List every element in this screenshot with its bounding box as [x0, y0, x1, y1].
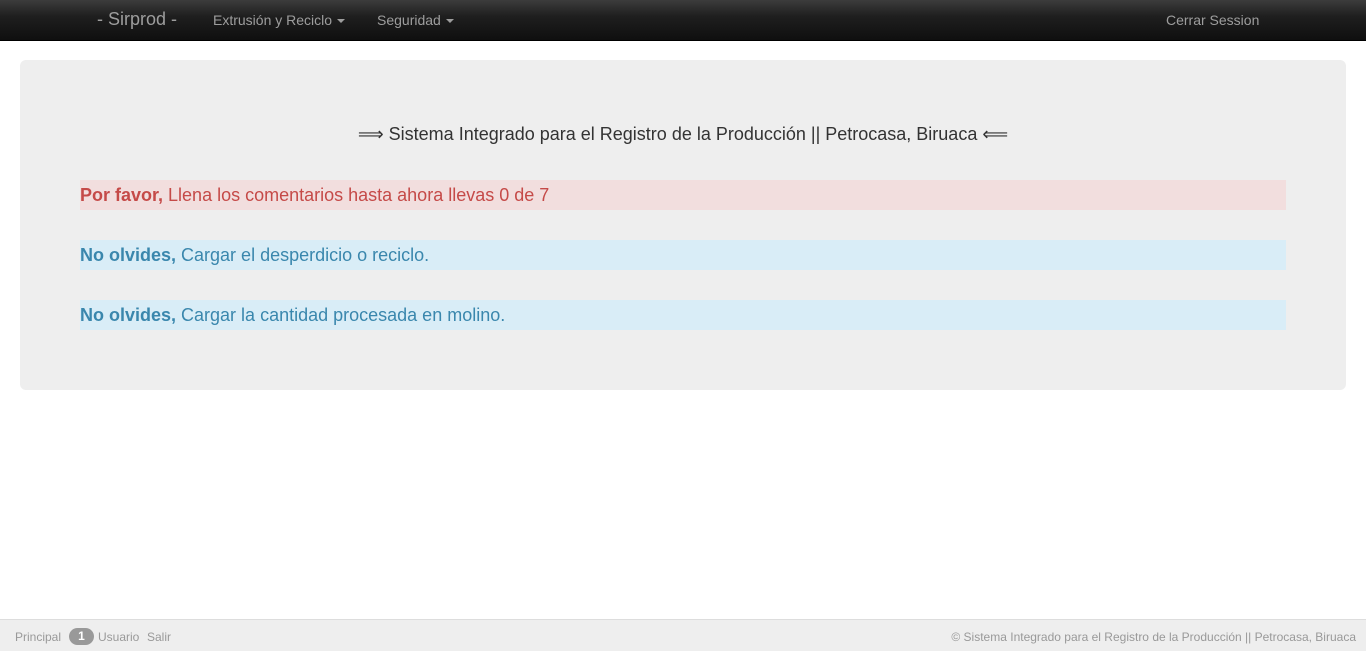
page-title: ⟹ Sistema Integrado para el Registro de … — [357, 124, 1009, 144]
alert-strong: No olvides, — [80, 245, 177, 265]
caret-down-icon — [445, 19, 454, 24]
menu-seguridad-label: Seguridad — [377, 12, 441, 28]
footer-link-salir[interactable]: Salir — [147, 630, 171, 644]
menu-extrusion-label: Extrusión y Reciclo — [213, 12, 333, 28]
alert-mill-reminder: No olvides, Cargar la cantidad procesada… — [80, 300, 1286, 330]
alert-waste-reminder: No olvides, Cargar el desperdicio o reci… — [80, 240, 1286, 270]
alert-text: Cargar la cantidad procesada en molino. — [176, 305, 506, 325]
copyright-text: © Sistema Integrado para el Registro de … — [951, 630, 1356, 644]
alert-strong: No olvides, — [80, 305, 177, 325]
welcome-panel: ⟹ Sistema Integrado para el Registro de … — [20, 60, 1346, 390]
menu-extrusion-reciclo[interactable]: Extrusión y Reciclo — [213, 12, 346, 28]
alert-strong: Por favor, — [80, 185, 164, 205]
top-navbar: - Sirprod - Extrusión y Reciclo Segurida… — [0, 0, 1366, 41]
caret-down-icon — [337, 19, 346, 24]
footer-bar: Principal 1 Usuario Salir © Sistema Inte… — [0, 619, 1366, 651]
brand-link[interactable]: - Sirprod - — [97, 9, 177, 30]
notification-badge: 1 — [69, 628, 94, 645]
alert-text: Llena los comentarios hasta ahora llevas… — [163, 185, 550, 205]
alert-comments-warning: Por favor, Llena los comentarios hasta a… — [80, 180, 1286, 210]
footer-link-principal[interactable]: Principal — [15, 630, 61, 644]
alert-text: Cargar el desperdicio o reciclo. — [176, 245, 430, 265]
footer-link-usuario[interactable]: Usuario — [98, 630, 139, 644]
logout-link[interactable]: Cerrar Session — [1166, 12, 1259, 28]
menu-seguridad[interactable]: Seguridad — [377, 12, 454, 28]
